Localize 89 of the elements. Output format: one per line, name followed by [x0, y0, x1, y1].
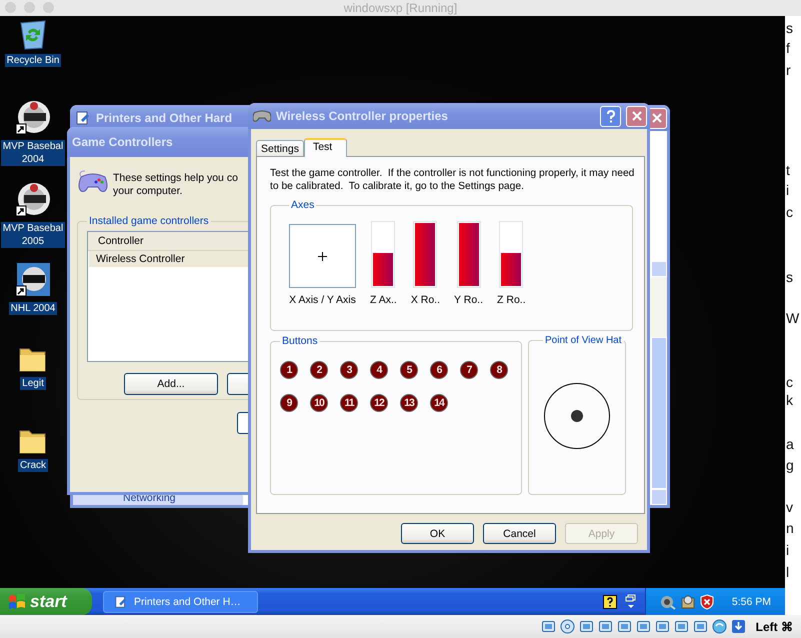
taskbar-button[interactable]: Printers and Other H… — [103, 590, 258, 612]
button-indicator: 9 — [280, 394, 298, 412]
text-fragment: i — [786, 543, 790, 557]
window-title: windowsxp [Running] — [344, 1, 458, 15]
group-label: Point of View Hat — [544, 335, 623, 346]
window-title: Printers and Other Hard — [96, 111, 232, 125]
recycle-bin-icon[interactable] — [18, 18, 48, 50]
button-indicator: 6 — [430, 361, 448, 379]
text-fragment: i — [786, 183, 790, 197]
description-text: Test the game controller. If the controller is not functioning properly, it may need to be calibrated. To calibrate it, go to the Settings page. — [270, 167, 635, 193]
text-fragment: g — [786, 458, 794, 472]
group-label: Axes — [290, 199, 316, 211]
button-indicator: 13 — [400, 394, 418, 412]
windows-flag-icon — [8, 594, 26, 610]
help-icon[interactable] — [602, 594, 617, 608]
button-indicator: 10 — [310, 394, 328, 412]
text-fragment: c — [786, 205, 793, 219]
start-button[interactable]: start — [0, 588, 92, 615]
hat-indicator-drawing — [543, 382, 611, 450]
question-mark-icon — [606, 110, 616, 122]
printer-icon — [75, 110, 91, 126]
window-title: Wireless Controller properties — [276, 109, 449, 123]
axis-label: Z Ax.. — [370, 294, 397, 306]
restore-windows-icon[interactable] — [624, 594, 637, 610]
button-indicator: 4 — [370, 361, 388, 379]
optical-disc-icon[interactable] — [560, 619, 575, 634]
display-icon[interactable] — [654, 619, 670, 634]
icon-label[interactable]: MVP Basebal 2004 — [0, 140, 66, 166]
text-fragment: s — [786, 21, 793, 35]
icon-label[interactable]: Legit — [20, 377, 46, 390]
button-indicator: 7 — [460, 361, 478, 379]
text-fragment: n — [786, 521, 794, 535]
intro-text: your computer. — [113, 185, 184, 198]
button-indicator: 12 — [370, 394, 388, 412]
button-indicator: 1 — [280, 361, 298, 379]
scrollbar[interactable] — [651, 261, 667, 505]
shield-icon[interactable] — [700, 594, 714, 610]
crosshair-icon — [318, 252, 327, 260]
add-button[interactable]: Add... — [124, 373, 218, 395]
close-button[interactable] — [626, 106, 647, 126]
group-label: Installed game controllers — [88, 215, 210, 227]
help-button[interactable] — [600, 106, 621, 126]
close-icon — [632, 111, 642, 121]
icon-label[interactable]: MVP Basebal 2005 — [0, 222, 66, 248]
close-icon — [652, 113, 662, 123]
gamepad-icon — [77, 169, 109, 195]
game-disc-icon[interactable] — [15, 100, 51, 136]
printer-icon — [114, 594, 128, 608]
text-fragment: s — [786, 270, 793, 284]
task-pane-link[interactable]: Networking — [123, 492, 176, 504]
column-header[interactable]: Controller — [88, 232, 248, 251]
axis-label: X Axis / Y Axis — [289, 294, 356, 306]
icon-label[interactable]: Recycle Bin — [4, 54, 62, 67]
button-indicator: 2 — [310, 361, 328, 379]
button-indicator: 11 — [340, 394, 358, 412]
dialog-button[interactable]: OK — [401, 523, 474, 544]
host-key-indicator: Left ⌘ — [756, 620, 793, 634]
text-fragment: k — [786, 393, 793, 407]
text-fragment: W — [786, 311, 800, 325]
text-fragment: r — [786, 63, 791, 77]
button-indicator: 3 — [340, 361, 358, 379]
button-edge[interactable] — [237, 412, 248, 434]
intro-text: These settings help you co — [113, 172, 238, 185]
button-indicator: 8 — [490, 361, 508, 379]
gamepad-icon — [253, 110, 271, 122]
dialog-button[interactable]: Cancel — [483, 523, 556, 544]
tab[interactable]: Test — [304, 138, 348, 157]
controller-list[interactable]: Controller Wireless Controller — [87, 231, 248, 362]
list-row[interactable]: Wireless Controller — [89, 251, 248, 267]
text-fragment: f — [786, 41, 790, 55]
button-edge[interactable] — [227, 373, 248, 395]
game-disc-icon[interactable] — [15, 182, 51, 218]
text-fragment: l — [786, 565, 790, 579]
axis-label: Y Ro.. — [454, 294, 484, 306]
clock[interactable]: 5:56 PM — [732, 596, 771, 608]
button-indicator: 14 — [430, 394, 448, 412]
game-tile-icon[interactable] — [15, 262, 51, 298]
button-indicator: 5 — [400, 361, 418, 379]
axis-label: Z Ro.. — [497, 294, 526, 306]
window-title: Game Controllers — [72, 135, 174, 149]
icon-label[interactable]: Crack — [18, 459, 48, 472]
text-fragment: t — [786, 163, 790, 177]
text-fragment: v — [786, 500, 793, 514]
text-fragment: a — [786, 437, 794, 451]
group-label: Buttons — [281, 335, 319, 347]
text-fragment: c — [786, 375, 793, 389]
axis-label: X Ro.. — [410, 294, 440, 306]
icon-label[interactable]: NHL 2004 — [8, 302, 58, 315]
tab[interactable]: Settings — [256, 140, 304, 156]
